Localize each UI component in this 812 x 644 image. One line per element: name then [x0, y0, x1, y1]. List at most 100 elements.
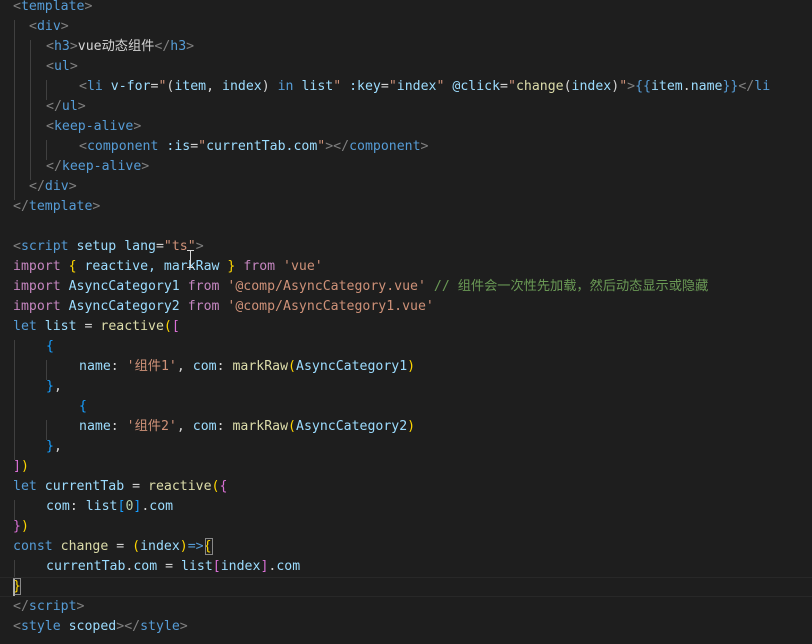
code-line-19[interactable]: name: '组件1', com: markRaw(AsyncCategory1…	[79, 357, 415, 377]
token: <	[13, 0, 21, 14]
token: index	[571, 79, 612, 94]
token: from	[187, 299, 220, 314]
code-editor[interactable]: <template> <div> <h3>vue动态组件</h3> <ul> <…	[0, 0, 812, 644]
token: )	[611, 79, 620, 94]
code-line-2[interactable]: <div>	[29, 17, 69, 37]
token: =	[500, 79, 508, 94]
token: >	[76, 599, 85, 614]
code-line-10[interactable]: </div>	[29, 177, 77, 197]
token: import	[13, 279, 61, 294]
token: keep-alive	[61, 159, 142, 174]
token: script	[20, 239, 69, 254]
token: div	[44, 179, 69, 194]
token: ]	[13, 459, 21, 474]
code-line-25[interactable]: let currentTab = reactive({	[13, 477, 227, 497]
token: com	[46, 499, 70, 514]
token: currentTab	[44, 479, 125, 494]
token: from	[243, 259, 276, 274]
token: {	[46, 339, 54, 354]
code-line-11[interactable]: </template>	[13, 197, 100, 217]
token: }}	[722, 79, 739, 94]
token: =	[76, 319, 101, 334]
code-line-3[interactable]: <h3>vue动态组件</h3>	[46, 37, 194, 57]
token: >	[60, 19, 69, 34]
token: :key	[349, 79, 381, 94]
token: =	[108, 539, 133, 554]
code-line-20[interactable]: },	[46, 377, 62, 397]
code-line-24[interactable]: ])	[13, 457, 29, 477]
token: h3	[53, 39, 70, 54]
code-line-21[interactable]: {	[79, 397, 87, 417]
token: style	[20, 619, 61, 634]
code-line-26[interactable]: com: list[0].com	[46, 497, 173, 517]
token: :	[216, 419, 233, 434]
token: AsyncCategory1	[68, 279, 180, 294]
token: (	[288, 419, 296, 434]
token: </	[46, 99, 62, 114]
token: list	[44, 319, 77, 334]
code-line-15[interactable]: import AsyncCategory1 from '@comp/AsyncC…	[13, 277, 708, 297]
code-line-23[interactable]: },	[46, 437, 62, 457]
token: >	[69, 39, 78, 54]
code-line-7[interactable]: <keep-alive>	[46, 117, 141, 137]
code-line-6[interactable]: </ul>	[46, 97, 86, 117]
token: 'vue'	[283, 259, 323, 274]
code-line-13[interactable]: <script setup lang="ts">	[13, 237, 204, 257]
token: import	[13, 259, 61, 274]
token: .	[682, 79, 691, 94]
token: component	[86, 139, 159, 154]
code-line-31[interactable]: </script>	[13, 597, 84, 617]
token: (	[563, 79, 572, 94]
token: item	[174, 79, 207, 94]
code-line-17[interactable]: let list = reactive([	[13, 317, 180, 337]
code-line-16[interactable]: import AsyncCategory2 from '@comp/AsyncC…	[13, 297, 434, 317]
code-line-4[interactable]: <ul>	[46, 57, 78, 77]
code-line-18[interactable]: {	[46, 337, 54, 357]
token: >	[325, 139, 334, 154]
token: }	[46, 439, 54, 454]
token: )	[407, 359, 416, 374]
token: lang	[124, 239, 156, 254]
code-line-5[interactable]: <li v-for="(item, index) in list" :key="…	[79, 77, 770, 97]
current-line-highlight	[0, 577, 812, 597]
token: </	[124, 619, 141, 634]
token: li	[86, 79, 103, 94]
token: >	[68, 179, 77, 194]
code-line-8[interactable]: <component :is="currentTab.com"></compon…	[79, 137, 428, 157]
code-line-22[interactable]: name: '组件2', com: markRaw(AsyncCategory2…	[79, 417, 415, 437]
token: change	[60, 539, 109, 554]
token: {	[79, 399, 87, 414]
token: >	[186, 39, 195, 54]
token: >	[141, 159, 150, 174]
token: ,	[53, 379, 62, 394]
token: :	[110, 359, 127, 374]
code-line-32[interactable]: <style scoped></style>	[13, 617, 188, 637]
token: {	[68, 259, 77, 274]
code-line-29[interactable]: currentTab.com = list[index].com	[46, 557, 300, 577]
token: script	[28, 599, 77, 614]
token: AsyncCategory1	[296, 359, 408, 374]
token: @click	[452, 79, 501, 94]
token: currentTab.com	[206, 139, 318, 154]
token: let	[13, 319, 37, 334]
code-line-1[interactable]: <template>	[13, 0, 92, 17]
token: list	[181, 559, 213, 574]
token: ,	[206, 79, 223, 94]
code-line-27[interactable]: })	[13, 517, 29, 537]
token: :is	[166, 139, 191, 154]
token: AsyncCategory2	[68, 299, 180, 314]
token: >	[84, 0, 93, 14]
code-line-14[interactable]: import { reactive, markRaw } from 'vue'	[13, 257, 323, 277]
token: '@comp/AsyncCategory.vue'	[227, 279, 426, 294]
token: from	[187, 279, 220, 294]
token: </	[738, 79, 755, 94]
token: list	[301, 79, 334, 94]
token: >	[92, 199, 101, 214]
code-line-9[interactable]: </keep-alive>	[46, 157, 149, 177]
token: com	[192, 419, 217, 434]
token: [	[171, 319, 180, 334]
token: '组件2'	[126, 419, 177, 434]
token: index	[220, 559, 261, 574]
code-line-28[interactable]: const change = (index)=>{	[13, 537, 212, 557]
bracket-match-highlight	[205, 538, 213, 555]
